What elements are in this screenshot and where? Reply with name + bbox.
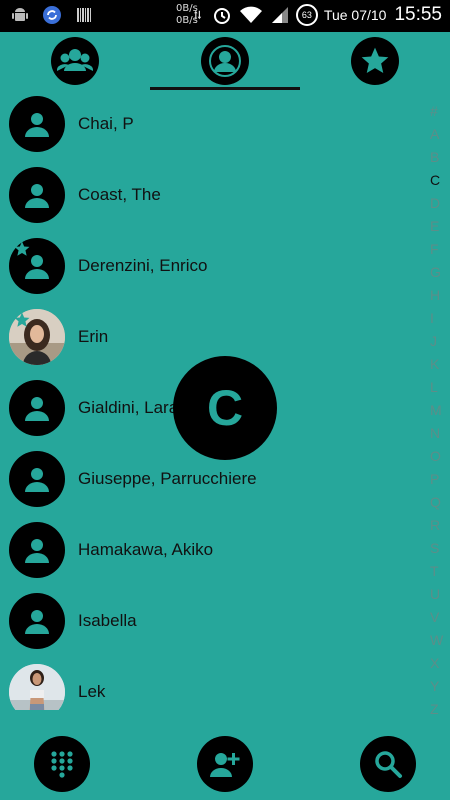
alphabet-letter[interactable]: X [430,652,450,675]
person-icon [25,468,49,492]
tab-bar [0,32,450,90]
alphabet-letter[interactable]: D [430,192,450,215]
contact-name: Gialdini, Lara [78,398,179,417]
alphabet-letter[interactable]: L [430,376,450,399]
alphabet-letter[interactable]: A [430,123,450,146]
alphabet-letter[interactable]: U [430,583,450,606]
fast-scroll-bubble: C [173,356,277,460]
default-avatar [9,96,65,152]
alphabet-letter[interactable]: Y [430,675,450,698]
contact-row[interactable]: Lek [0,658,420,710]
tab-groups[interactable] [51,37,99,85]
contact-name: Lek [78,682,106,701]
alphabet-letter[interactable]: B [430,146,450,169]
contact-row[interactable]: Chai, P [0,90,420,161]
default-avatar [9,522,65,578]
alphabet-letter[interactable]: C [430,169,450,192]
alphabet-letter[interactable]: G [430,261,450,284]
person-icon [25,539,49,563]
alphabet-letter[interactable]: H [430,284,450,307]
contact-name: Hamakawa, Akiko [78,540,214,559]
bottom-action-bar [0,730,450,800]
photo-avatar [9,664,65,710]
dialpad-icon [51,751,73,778]
contact-name: Isabella [78,611,137,630]
alphabet-letter[interactable]: V [430,606,450,629]
default-avatar [9,451,65,507]
barcode-icon [77,8,91,22]
wifi-icon [239,6,262,23]
alphabet-letter[interactable]: F [430,238,450,261]
dialpad-button[interactable] [34,736,90,792]
person-icon [25,610,49,634]
person-icon [25,184,49,208]
photo-avatar-image [9,664,65,710]
alphabet-letter[interactable]: K [430,353,450,376]
android-icon [12,8,28,21]
contact-name: Derenzini, Enrico [78,256,208,275]
alphabet-index[interactable]: # A B C D E F G H I J K L M N O P Q R S T U V W X Y Z [430,100,450,721]
status-bar: 0B/s 0B/s 63 Tue 07/10 15:55 [0,0,450,32]
status-icons: 63 Tue 07/10 15:55 [193,4,442,26]
alphabet-letter[interactable]: E [430,215,450,238]
tab-favorites[interactable] [351,37,399,85]
contact-row[interactable]: Coast, The [0,161,420,232]
alarm-icon [213,8,230,24]
add-person-icon [210,753,240,777]
starred-icon [14,312,30,327]
default-avatar [9,380,65,436]
signal-icon [271,7,288,23]
alphabet-letter[interactable]: W [430,629,450,652]
default-avatar [9,167,65,223]
sync-icon [43,6,61,24]
alphabet-letter[interactable]: P [430,468,450,491]
tab-contacts[interactable] [201,37,249,85]
status-date: Tue 07/10 [323,7,387,23]
contact-name: Chai, P [78,114,134,133]
data-arrows-icon [193,10,202,20]
person-icon [25,113,49,137]
alphabet-letter[interactable]: Z [430,698,450,721]
alphabet-letter[interactable]: T [430,560,450,583]
alphabet-letter[interactable]: I [430,307,450,330]
alphabet-letter[interactable]: N [430,422,450,445]
starred-icon [14,241,30,256]
contact-row[interactable]: Derenzini, Enrico [0,232,420,303]
status-time: 15:55 [394,4,442,25]
add-contact-button[interactable] [197,736,253,792]
alphabet-letter[interactable]: R [430,514,450,537]
contact-name: Erin [78,327,109,346]
alphabet-letter[interactable]: J [430,330,450,353]
alphabet-letter[interactable]: Q [430,491,450,514]
alphabet-letter[interactable]: # [430,100,450,123]
contact-row[interactable]: Isabella [0,587,420,658]
battery-icon: 63 [295,4,318,26]
notification-icons [10,5,94,25]
search-icon [375,751,402,778]
search-button[interactable] [360,736,416,792]
person-icon [25,397,49,421]
groups-icon [56,49,94,71]
contact-name: Coast, The [78,185,161,204]
alphabet-letter[interactable]: O [430,445,450,468]
alphabet-letter[interactable]: S [430,537,450,560]
default-avatar [9,593,65,649]
person-icon [209,45,241,77]
contact-row[interactable]: Hamakawa, Akiko [0,516,420,587]
alphabet-letter[interactable]: M [430,399,450,422]
star-icon [361,47,389,73]
